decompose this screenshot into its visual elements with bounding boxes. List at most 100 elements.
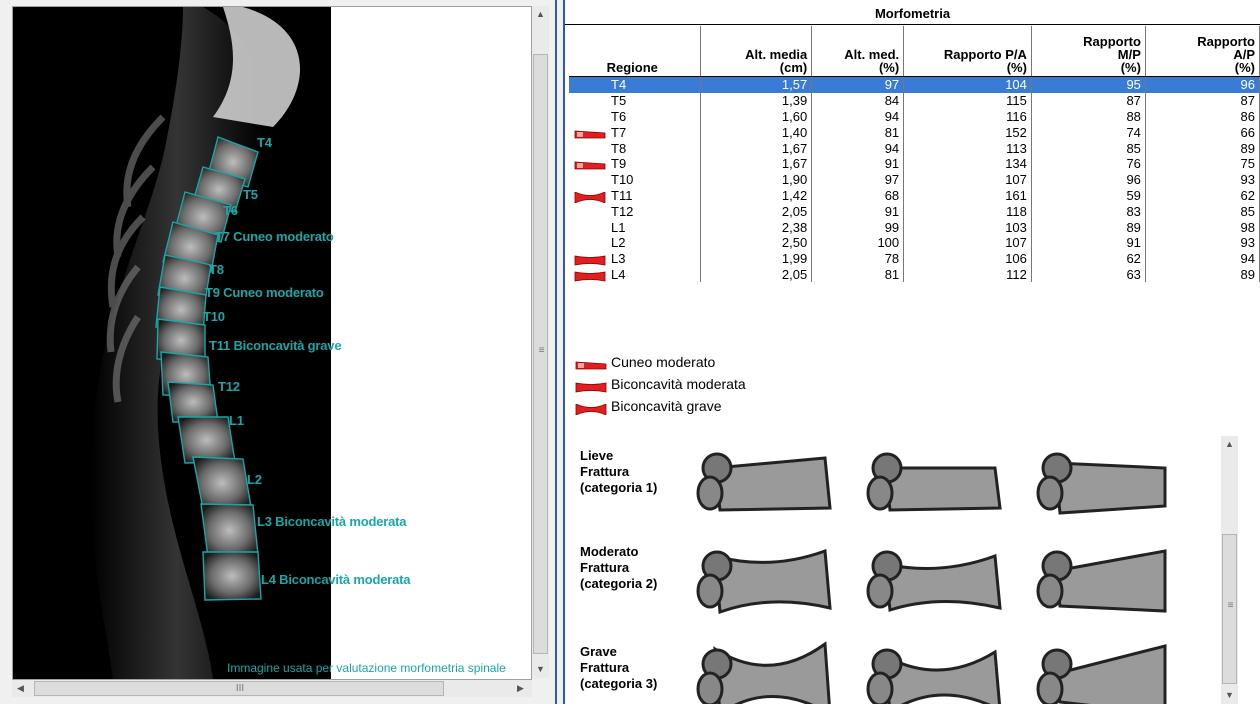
value-cell: 1,67 bbox=[700, 155, 813, 172]
table-header-row: Regione Alt. media (cm) Alt. med. (%) Rapport… bbox=[569, 26, 1260, 77]
fracture-vertebra-illustration bbox=[866, 648, 1001, 704]
value-cell: 84 bbox=[811, 92, 905, 109]
empty-icon-slot bbox=[573, 175, 607, 186]
value-cell: 104 bbox=[903, 76, 1032, 93]
scroll-down-arrow-icon[interactable]: ▼ bbox=[1221, 687, 1238, 704]
value-cell: 91 bbox=[1031, 234, 1146, 251]
table-row[interactable]: T5 1,39 84 115 87 87 bbox=[569, 92, 1260, 109]
table-row[interactable]: T12 2,05 91 118 83 85 bbox=[569, 203, 1260, 220]
vertebra-label-l2: L2 bbox=[247, 472, 262, 487]
legend-item-cuneo-moderato: Cuneo moderato bbox=[574, 354, 715, 370]
scroll-left-arrow-icon[interactable]: ◀ bbox=[12, 680, 29, 697]
table-row[interactable]: L2 2,50 100 107 91 93 bbox=[569, 234, 1260, 251]
legend-item-biconcavita-grave: Biconcavità grave bbox=[574, 398, 722, 416]
cat-line: Lieve bbox=[580, 448, 614, 463]
xray-vertical-scroll-thumb[interactable]: ≡ bbox=[533, 54, 548, 654]
value-cell: 97 bbox=[811, 76, 905, 93]
region-label: T5 bbox=[611, 93, 627, 109]
region-cell: T5 bbox=[569, 92, 701, 109]
value-cell: 68 bbox=[811, 187, 905, 204]
table-row[interactable]: T7 1,40 81 152 74 66 bbox=[569, 124, 1260, 141]
value-cell: 75 bbox=[1145, 155, 1260, 172]
value-cell: 62 bbox=[1031, 250, 1146, 267]
table-row[interactable]: T8 1,67 94 113 85 89 bbox=[569, 140, 1260, 156]
region-label: L1 bbox=[611, 219, 626, 235]
table-row[interactable]: T11 1,42 68 161 59 62 bbox=[569, 187, 1260, 204]
value-cell: 87 bbox=[1145, 92, 1260, 109]
value-cell: 81 bbox=[811, 124, 905, 141]
scroll-up-arrow-icon[interactable]: ▲ bbox=[1221, 436, 1238, 453]
table-row[interactable]: L1 2,38 99 103 89 98 bbox=[569, 219, 1260, 235]
empty-icon-slot bbox=[573, 207, 607, 218]
column-header[interactable]: Rapporto A/P (%) bbox=[1145, 26, 1260, 77]
scroll-grip-icon: III bbox=[235, 683, 245, 694]
value-cell: 2,50 bbox=[700, 234, 813, 251]
region-label: T6 bbox=[611, 108, 627, 124]
xray-horizontal-scrollbar[interactable]: ◀ III ▶ bbox=[12, 680, 532, 697]
table-row[interactable]: T4 1,57 97 104 95 96 bbox=[569, 76, 1260, 93]
region-cell: T10 bbox=[569, 171, 701, 188]
region-cell: L4 bbox=[569, 266, 701, 283]
value-cell: 59 bbox=[1031, 187, 1146, 204]
region-cell: T12 bbox=[569, 203, 701, 220]
vertebra-label-l4: L4 Biconcavità moderata bbox=[261, 572, 411, 587]
table-row[interactable]: T9 1,67 91 134 76 75 bbox=[569, 155, 1260, 172]
legend-item-biconcavita-moderata: Biconcavità moderata bbox=[574, 376, 746, 393]
cat-line: Frattura bbox=[580, 660, 630, 675]
region-cell: T7 bbox=[569, 124, 701, 141]
column-header[interactable]: Alt. media (cm) bbox=[700, 26, 813, 77]
value-cell: 93 bbox=[1145, 171, 1260, 188]
column-header[interactable]: Alt. med. (%) bbox=[811, 26, 905, 77]
xray-vertical-scrollbar[interactable]: ▲ ≡ ▼ bbox=[532, 6, 549, 678]
value-cell: 107 bbox=[903, 234, 1032, 251]
value-cell: 1,42 bbox=[700, 187, 813, 204]
fracture-category-1-label: Lieve Frattura (categoria 1) bbox=[580, 448, 657, 496]
value-cell: 87 bbox=[1031, 92, 1146, 109]
region-label: T4 bbox=[611, 77, 627, 93]
value-cell: 88 bbox=[1031, 108, 1146, 125]
biconcave-severe-icon bbox=[573, 191, 607, 204]
column-header-line: (%) bbox=[878, 60, 900, 75]
fracture-scroll-thumb[interactable]: ≡ bbox=[1222, 534, 1237, 684]
value-cell: 1,60 bbox=[700, 108, 813, 125]
region-label: L3 bbox=[611, 251, 626, 267]
value-cell: 95 bbox=[1031, 76, 1146, 93]
value-cell: 89 bbox=[1145, 140, 1260, 156]
empty-icon-slot bbox=[573, 223, 607, 234]
value-cell: 1,99 bbox=[700, 250, 813, 267]
table-row[interactable]: T6 1,60 94 116 88 86 bbox=[569, 108, 1260, 125]
value-cell: 96 bbox=[1145, 76, 1260, 93]
table-row[interactable]: T10 1,90 97 107 96 93 bbox=[569, 171, 1260, 188]
region-label: T11 bbox=[611, 187, 633, 203]
region-label: T9 bbox=[611, 156, 627, 172]
region-label: L4 bbox=[611, 266, 626, 282]
xray-horizontal-scroll-thumb[interactable]: III bbox=[34, 681, 444, 696]
value-cell: 89 bbox=[1145, 266, 1260, 283]
column-header[interactable]: Rapporto M/P (%) bbox=[1031, 26, 1146, 77]
xray-viewport[interactable]: T4 T5 T6 T7 Cuneo moderato T8 T9 Cuneo m… bbox=[12, 6, 532, 680]
value-cell: 94 bbox=[1145, 250, 1260, 267]
column-header-line: (%) bbox=[1120, 60, 1141, 75]
vertebra-label-t5: T5 bbox=[243, 187, 258, 202]
fracture-vertical-scrollbar[interactable]: ▲ ≡ ▼ bbox=[1221, 436, 1238, 704]
fracture-reference-panel: Lieve Frattura (categoria 1) Moderato Fr… bbox=[565, 436, 1240, 704]
table-row[interactable]: L4 2,05 81 112 63 89 bbox=[569, 266, 1260, 283]
value-cell: 97 bbox=[811, 171, 905, 188]
scroll-down-arrow-icon[interactable]: ▼ bbox=[532, 661, 549, 678]
scroll-up-arrow-icon[interactable]: ▲ bbox=[532, 6, 549, 23]
fracture-category-3-label: Grave Frattura (categoria 3) bbox=[580, 644, 657, 692]
pane-splitter[interactable] bbox=[555, 0, 565, 704]
xray-pane: T4 T5 T6 T7 Cuneo moderato T8 T9 Cuneo m… bbox=[0, 0, 557, 704]
column-header[interactable]: Rapporto P/A (%) bbox=[903, 26, 1032, 77]
wedge-moderate-icon bbox=[574, 358, 608, 370]
biconcave-moderate-icon bbox=[573, 270, 607, 282]
value-cell: 113 bbox=[903, 140, 1032, 156]
table-row[interactable]: L3 1,99 78 106 62 94 bbox=[569, 250, 1260, 267]
column-header[interactable]: Regione bbox=[569, 26, 701, 77]
value-cell: 1,40 bbox=[700, 124, 813, 141]
scroll-right-arrow-icon[interactable]: ▶ bbox=[512, 680, 529, 697]
fracture-vertebra-illustration bbox=[1036, 549, 1167, 613]
empty-icon-slot bbox=[573, 96, 607, 107]
morfometria-table-body: T4 1,57 97 104 95 96 T5 1,39 84 115 87 87 T6 1,60 94 11… bbox=[569, 76, 1260, 283]
value-cell: 1,39 bbox=[700, 92, 813, 109]
